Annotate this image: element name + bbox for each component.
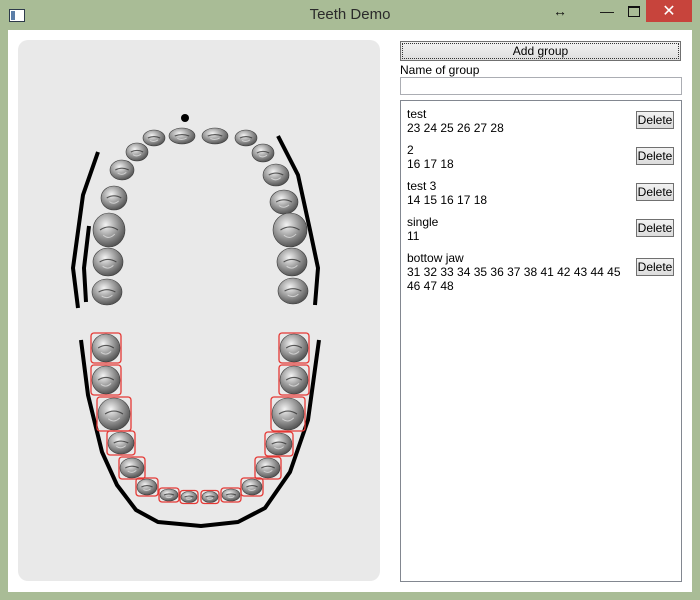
midline-marker [181, 114, 189, 122]
client-area: Add group Name of group test 23 24 25 26… [8, 30, 692, 592]
tooth[interactable] [278, 364, 310, 396]
tooth[interactable] [270, 396, 306, 432]
delete-button[interactable]: Delete [636, 183, 674, 201]
tooth[interactable] [118, 456, 146, 480]
tooth[interactable] [276, 247, 308, 277]
resize-icon[interactable]: ↔ [545, 0, 575, 22]
tooth[interactable] [90, 332, 122, 364]
tooth[interactable] [179, 489, 199, 505]
tooth[interactable] [240, 477, 264, 497]
group-teeth: 31 32 33 34 35 36 37 38 41 42 43 44 45 4… [407, 265, 621, 293]
tooth[interactable] [262, 163, 290, 187]
tooth[interactable] [142, 129, 166, 147]
tooth[interactable] [158, 487, 180, 503]
tooth[interactable] [90, 364, 122, 396]
group-teeth: 11 [407, 229, 420, 243]
tooth[interactable] [264, 431, 294, 457]
add-group-button[interactable]: Add group [400, 41, 681, 61]
list-item: single 11 Delete [407, 215, 677, 243]
tooth[interactable] [277, 277, 309, 305]
tooth[interactable] [92, 247, 124, 277]
tooth[interactable] [220, 487, 242, 503]
close-icon[interactable]: ✕ [646, 0, 692, 22]
tooth[interactable] [269, 189, 299, 215]
tooth[interactable] [272, 212, 308, 248]
tooth[interactable] [91, 278, 123, 306]
group-name-input[interactable] [400, 77, 682, 95]
list-item: test 3 14 15 16 17 18 Delete [407, 179, 677, 207]
tooth[interactable] [92, 212, 126, 248]
tooth[interactable] [278, 332, 310, 364]
minimize-icon[interactable]: — [592, 0, 622, 22]
teeth-chart [71, 114, 321, 528]
group-teeth: 16 17 18 [407, 157, 454, 171]
tooth[interactable] [251, 143, 275, 163]
upper-left-inner-jaw-line [82, 225, 91, 303]
tooth[interactable] [109, 159, 135, 181]
list-item: 2 16 17 18 Delete [407, 143, 677, 171]
delete-button[interactable]: Delete [636, 219, 674, 237]
group-teeth: 23 24 25 26 27 28 [407, 121, 504, 135]
tooth[interactable] [135, 477, 159, 497]
delete-button[interactable]: Delete [636, 111, 674, 129]
tooth[interactable] [125, 142, 149, 162]
delete-button[interactable]: Delete [636, 147, 674, 165]
group-list: test 23 24 25 26 27 28 Delete 2 16 17 18… [400, 100, 682, 582]
tooth[interactable] [106, 430, 136, 456]
delete-button[interactable]: Delete [636, 258, 674, 276]
tooth[interactable] [100, 185, 128, 211]
tooth[interactable] [254, 456, 282, 480]
tooth[interactable] [201, 127, 229, 145]
tooth[interactable] [200, 489, 220, 505]
name-of-group-label: Name of group [400, 63, 480, 77]
maximize-icon[interactable] [619, 0, 649, 22]
tooth[interactable] [168, 127, 196, 145]
tooth[interactable] [234, 129, 258, 147]
tooth[interactable] [96, 396, 132, 432]
list-item: test 23 24 25 26 27 28 Delete [407, 107, 677, 135]
list-item: bottow jaw 31 32 33 34 35 36 37 38 41 42… [407, 251, 677, 293]
group-teeth: 14 15 16 17 18 [407, 193, 488, 207]
teeth-chart-panel [18, 40, 380, 581]
title-bar: Teeth Demo ↔ — ✕ [0, 0, 700, 30]
